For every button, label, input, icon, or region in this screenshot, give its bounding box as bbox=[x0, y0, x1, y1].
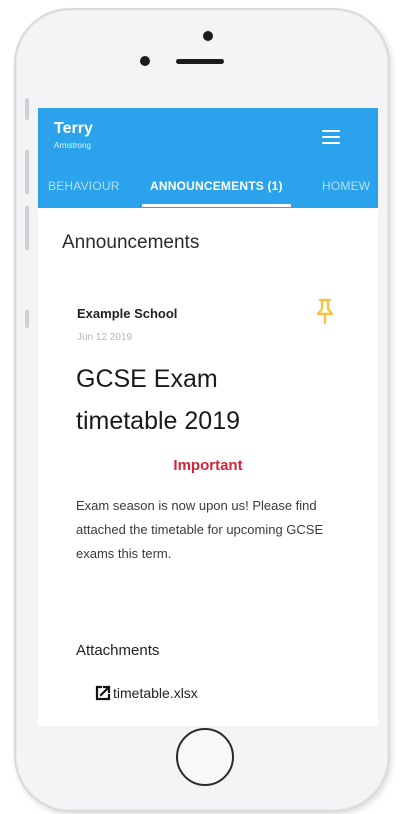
announcement-body: Exam season is now upon us! Please find … bbox=[76, 498, 324, 561]
side-button bbox=[25, 310, 29, 328]
attachment-filename: timetable.xlsx bbox=[113, 685, 198, 701]
tab-announcements[interactable]: ANNOUNCEMENTS (1) bbox=[142, 170, 291, 207]
pin-icon[interactable] bbox=[314, 298, 336, 324]
silent-switch bbox=[25, 98, 29, 120]
post-date: Jun 12 2019 bbox=[77, 332, 133, 343]
app-screen: Terry Armstrong BEHAVIOUR ANNOUNCEMENTS … bbox=[38, 108, 378, 726]
attachments-heading: Attachments bbox=[76, 642, 160, 659]
tab-bar: BEHAVIOUR ANNOUNCEMENTS (1) HOMEW bbox=[38, 170, 378, 208]
external-link-icon bbox=[95, 685, 111, 701]
student-last-name: Armstrong bbox=[54, 141, 91, 150]
earpiece-speaker bbox=[176, 59, 224, 64]
attachment-link[interactable]: timetable.xlsx bbox=[94, 684, 198, 702]
front-camera bbox=[203, 31, 213, 41]
student-first-name: Terry bbox=[54, 120, 93, 137]
volume-down-button bbox=[25, 206, 29, 250]
school-name: Example School bbox=[77, 306, 178, 321]
tab-behaviour[interactable]: BEHAVIOUR bbox=[48, 170, 120, 204]
announcement-title: GCSE Exam timetable 2019 bbox=[76, 365, 241, 435]
home-button[interactable] bbox=[176, 728, 234, 786]
hamburger-menu-icon[interactable] bbox=[322, 130, 340, 144]
tab-homework[interactable]: HOMEW bbox=[322, 170, 370, 204]
app-bar: Terry Armstrong BEHAVIOUR ANNOUNCEMENTS … bbox=[38, 108, 378, 208]
proximity-sensor bbox=[140, 56, 150, 66]
priority-label: Important bbox=[173, 457, 243, 474]
page-title: Announcements bbox=[62, 232, 200, 253]
volume-up-button bbox=[25, 150, 29, 194]
